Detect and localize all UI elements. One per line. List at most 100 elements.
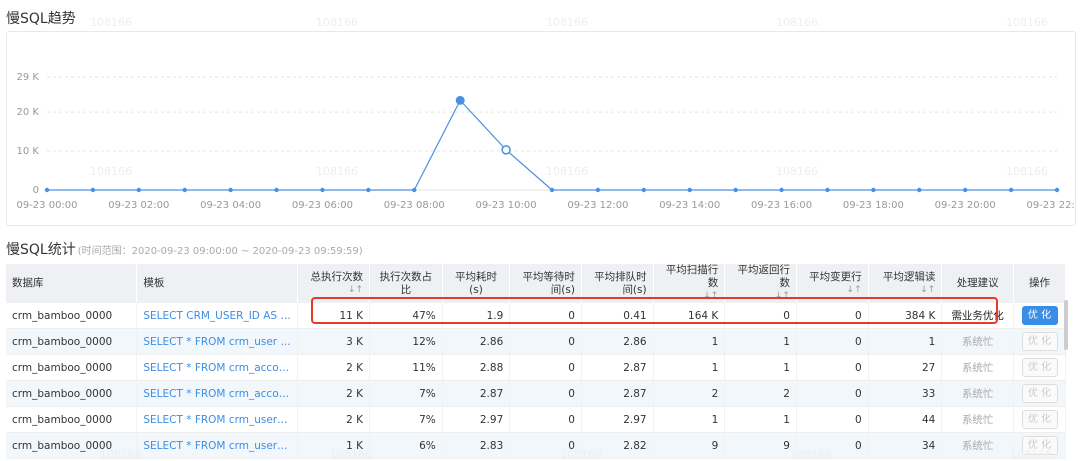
trend-title: 慢SQL趋势 [6,11,76,27]
metric-cell-scan: 164 K [653,303,726,329]
metric-cell-ret: 1 [724,328,797,355]
metric-cell-wait: 0 [509,406,582,433]
suggestion-cell: 系统忙 [941,328,1015,355]
column-header: 处理建议 [941,264,1015,303]
column-header-label: 平均扫描行数 [665,264,719,289]
data-point [136,187,142,193]
database-cell: crm_bamboo_0000 [6,406,138,433]
column-header-label: 平均耗时(s) [455,270,497,296]
metric-cell-logic: 34 [868,432,943,459]
column-header: 操作 [1013,264,1066,303]
sql-template-link[interactable]: SELECT * FROM crm_user_... [136,432,299,459]
metric-cell-avg: 1.9 [442,303,511,329]
x-tick-label: 09-23 12:00 [567,200,628,211]
series-line [47,99,1057,191]
suggestion-label: 系统忙 [961,440,994,452]
suggestion-label: 系统忙 [961,414,994,426]
optimize-button[interactable]: 优 化 [1021,384,1058,403]
table-row: crm_bamboo_0000 SELECT * FROM crm_accou..… [6,380,1066,407]
metric-cell-logic: 27 [868,354,943,381]
data-point [595,187,601,193]
metric-cell-chg: 0 [796,303,869,329]
action-cell: 优 化 [1013,380,1066,407]
sql-template-link[interactable]: SELECT CRM_USER_ID AS L... [136,303,299,329]
action-cell: 优 化 [1013,432,1066,459]
metric-cell-count: 3 K [297,328,371,355]
suggestion-cell: 系统忙 [941,380,1015,407]
column-header[interactable]: 平均返回行数 ↓↑ [724,264,797,303]
metric-cell-ratio: 12% [369,328,443,355]
sql-template-link[interactable]: SELECT * FROM crm_accou... [136,354,299,381]
metric-cell-scan: 9 [653,432,726,459]
x-tick-label: 09-23 18:00 [843,200,904,211]
metric-cell-count: 2 K [297,406,371,433]
metric-cell-logic: 1 [868,328,943,355]
data-point [1008,187,1014,193]
column-header-label: 平均排队时间(s) [594,270,647,296]
sort-icon[interactable]: ↓↑ [660,290,718,303]
column-header-label: 处理建议 [956,277,999,289]
sql-template-link[interactable]: SELECT * FROM crm_user_... [136,406,299,433]
data-point [274,187,279,193]
optimize-button[interactable]: 优 化 [1021,332,1058,351]
optimize-button[interactable]: 优 化 [1021,358,1058,377]
data-point [44,187,50,193]
metric-cell-count: 2 K [297,354,371,381]
column-header-label: 平均变更行 [809,270,862,283]
y-tick-label: 29 K [17,72,40,83]
data-point [549,187,555,193]
column-header-label: 操作 [1029,277,1051,289]
data-point [412,187,417,193]
column-header: 平均等待时间(s) [509,264,582,303]
metric-cell-count: 2 K [297,380,371,407]
column-header: 模板 [136,264,299,303]
sort-icon[interactable]: ↓↑ [304,284,363,297]
column-header[interactable]: 平均逻辑读 ↓↑ [868,264,943,303]
sort-icon[interactable]: ↓↑ [731,290,790,303]
metric-cell-wait: 0 [509,380,582,407]
action-cell: 优 化 [1013,303,1066,329]
y-tick-label: 10 K [17,146,40,157]
trend-chart-panel: 0 10 K 20 K 29 K 09-23 00:00 09-23 02:00 09-23… [6,31,1076,226]
metric-cell-ret: 0 [724,303,797,329]
metric-cell-chg: 0 [796,380,869,407]
optimize-button[interactable]: 优 化 [1021,436,1058,455]
column-header[interactable]: 平均扫描行数 ↓↑ [653,264,726,303]
column-header[interactable]: 总执行次数 ↓↑ [297,264,371,303]
sort-icon[interactable]: ↓↑ [803,284,862,297]
data-point [733,187,738,193]
metric-cell-chg: 0 [796,328,869,355]
metric-cell-logic: 33 [868,380,943,407]
watermark: 108166 [776,16,818,29]
stats-header: 慢SQL统计 (时间范围：2020-09-23 09:00:00 ~ 2020-0… [6,239,363,259]
table-row: crm_bamboo_0000 SELECT * FROM crm_user_..… [6,432,1066,459]
column-header-label: 执行次数占比 [379,270,433,296]
metric-cell-queue: 2.86 [581,328,654,355]
metric-cell-count: 1 K [297,432,371,459]
suggestion-cell: 系统忙 [941,354,1015,381]
optimize-button[interactable]: 优 化 [1021,306,1058,325]
sql-template-link[interactable]: SELECT * FROM crm_user ... [136,328,299,355]
metric-cell-chg: 0 [796,432,869,459]
column-header-label: 平均逻辑读 [882,270,936,283]
x-tick-label: 09-23 14:00 [659,200,720,211]
table-row: crm_bamboo_0000 SELECT * FROM crm_accou..… [6,354,1066,381]
database-cell: crm_bamboo_0000 [6,303,138,329]
suggestion-cell: 系统忙 [941,406,1015,433]
sort-icon[interactable]: ↓↑ [875,284,935,297]
x-tick-label: 09-23 00:00 [16,200,77,211]
table-scrollbar[interactable] [1064,300,1068,350]
table-header-row: 数据库 模板 总执行次数 ↓↑ 执行次数占比 平均耗时(s) 平均等待时间(s) 平均排队时间… [6,264,1066,303]
metric-cell-avg: 2.86 [442,328,511,355]
x-tick-label: 09-23 10:00 [476,200,537,211]
sql-template-link[interactable]: SELECT * FROM crm_accou... [136,380,299,407]
data-point [228,187,233,193]
metric-cell-queue: 2.87 [581,354,654,381]
watermark: 108166 [90,16,132,29]
column-header-label: 模板 [143,277,165,289]
data-point [182,187,187,193]
x-tick-label: 09-23 08:00 [384,200,445,211]
column-header[interactable]: 平均变更行 ↓↑ [796,264,869,303]
column-header-label: 平均等待时间(s) [522,270,575,296]
optimize-button[interactable]: 优 化 [1021,410,1058,429]
